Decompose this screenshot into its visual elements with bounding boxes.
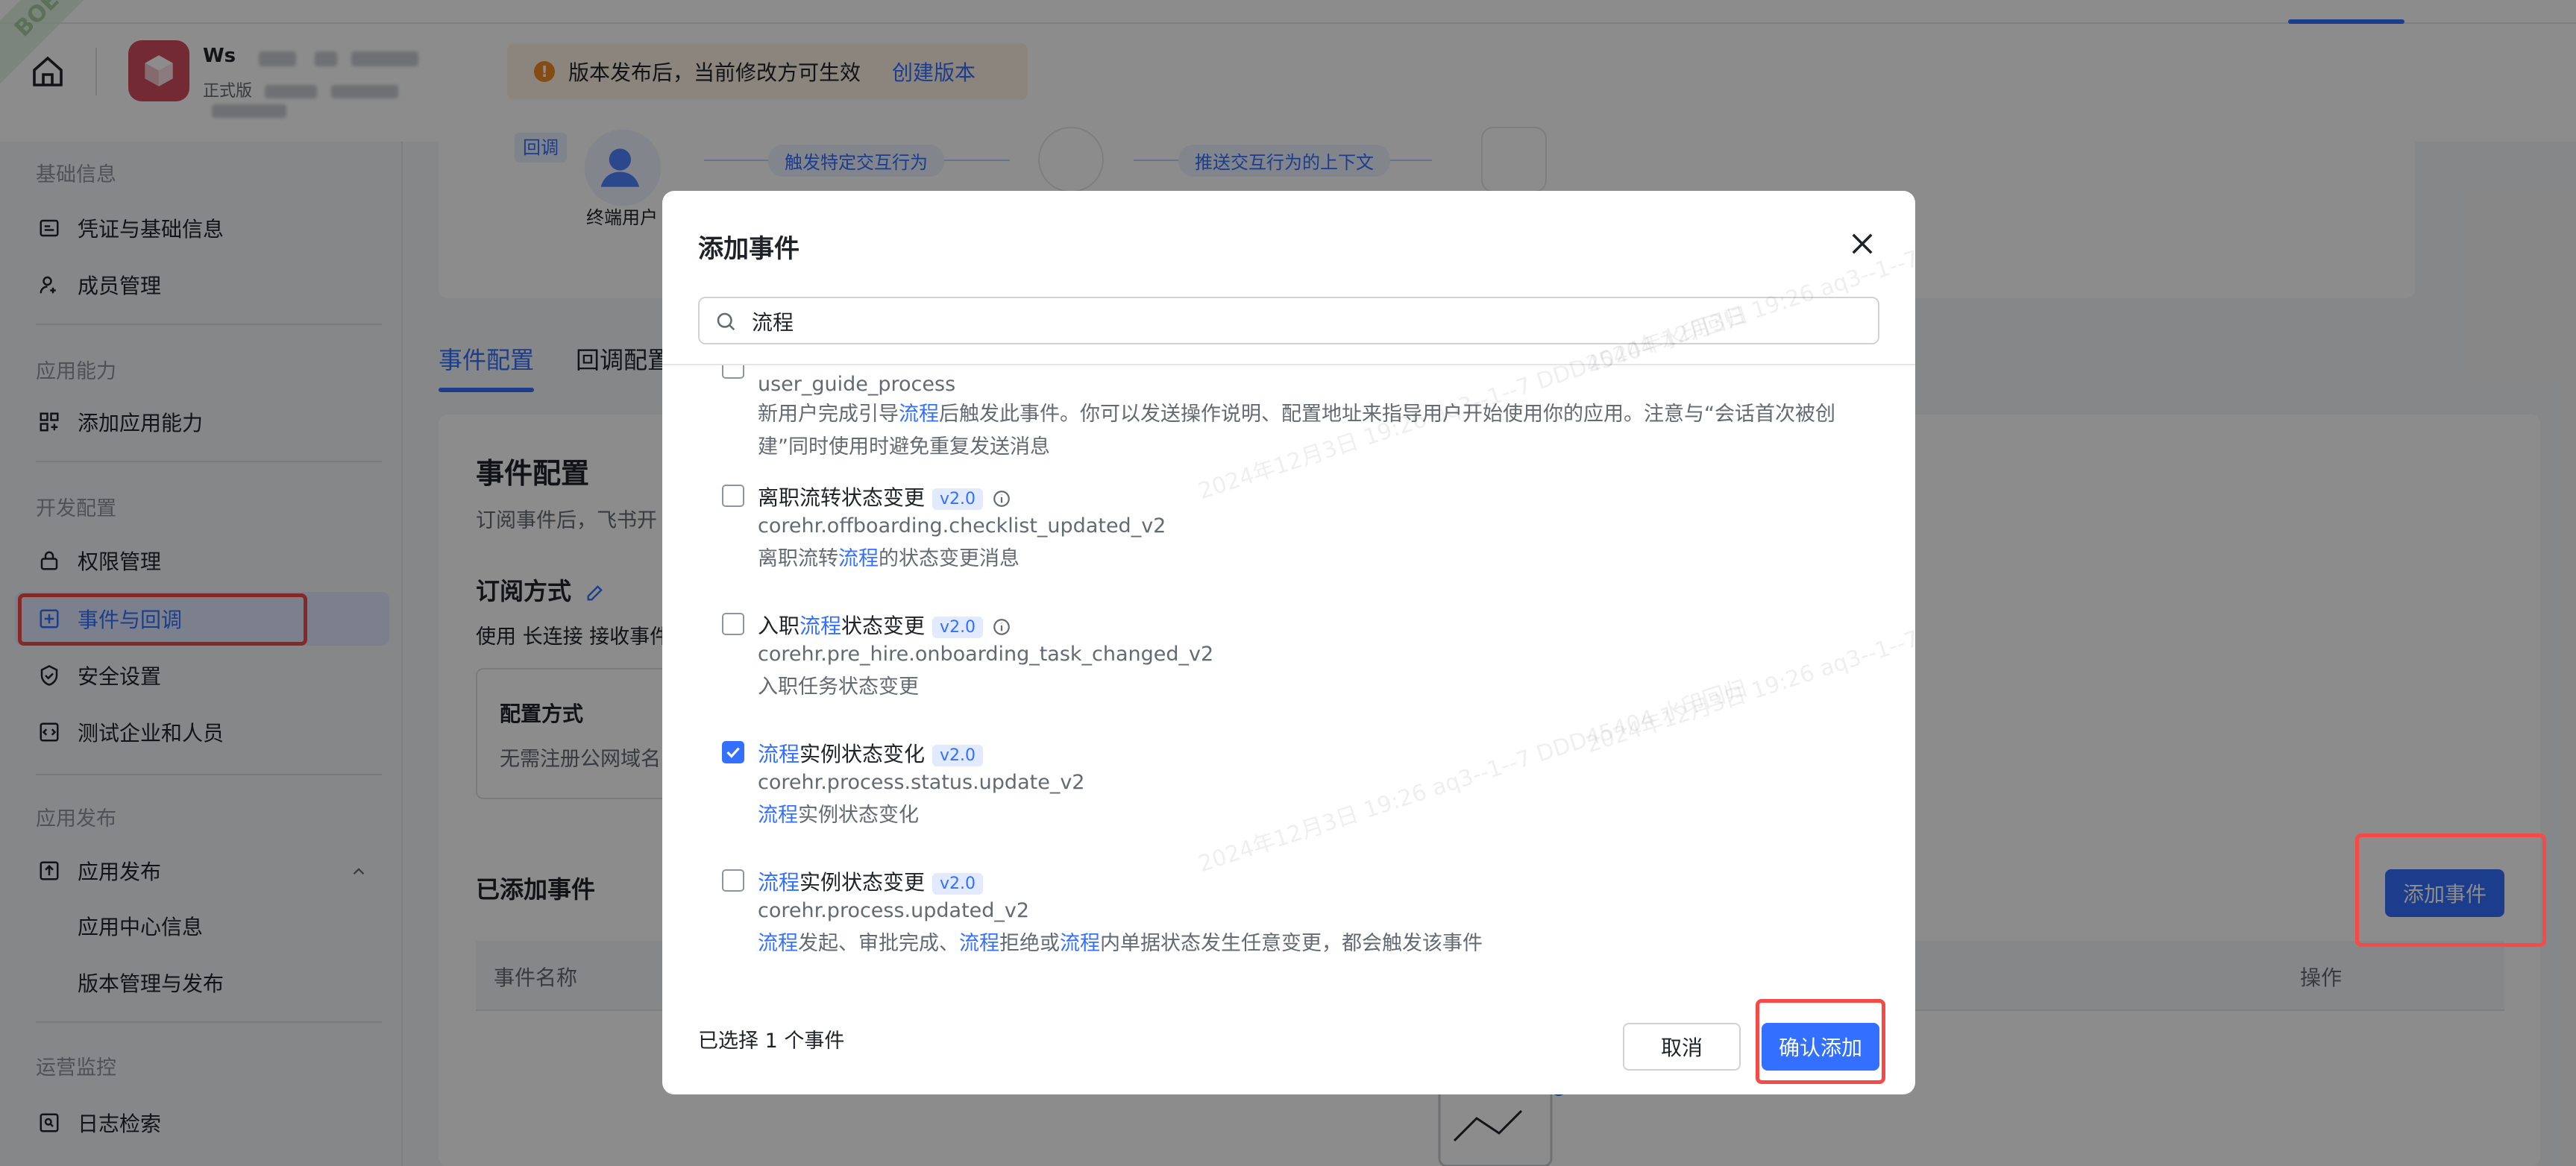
event-name: 入职流程状态变更 v2.0 <box>758 610 1011 640</box>
version-badge: v2.0 <box>932 488 984 510</box>
event-list[interactable]: user_guide_process 新用户完成引导流程后触发此事件。你可以发送… <box>662 365 1915 992</box>
event-desc: 离职流转流程的状态变更消息 <box>758 547 1020 570</box>
event-desc: 入职任务状态变更 <box>758 675 919 699</box>
watermark: 2024年12月3日 19:26 aq3--1--7 DDD45404 水印回归 <box>1583 191 1915 379</box>
event-name: 流程实例状态变化 v2.0 <box>758 738 984 768</box>
add-event-dialog: 添加事件 user_guide_process 新用户完成引导流程后触发此事件。… <box>662 191 1915 1094</box>
event-checkbox[interactable] <box>722 869 744 892</box>
check-icon <box>726 747 740 758</box>
event-name: 离职流转状态变更 v2.0 <box>758 482 1011 511</box>
event-key: corehr.offboarding.checklist_updated_v2 <box>758 514 1166 538</box>
search-field[interactable] <box>698 297 1879 344</box>
event-name: 流程实例状态变更 v2.0 <box>758 866 984 896</box>
cancel-button[interactable]: 取消 <box>1623 1023 1741 1071</box>
highlight-box-confirm <box>1756 999 1885 1084</box>
info-icon[interactable] <box>992 617 1011 637</box>
event-key: corehr.process.updated_v2 <box>758 899 1030 922</box>
event-checkbox[interactable] <box>722 613 744 635</box>
search-icon <box>717 312 735 331</box>
version-badge: v2.0 <box>932 872 984 895</box>
highlight-box-add-event <box>2355 833 2546 947</box>
event-key: corehr.pre_hire.onboarding_task_changed_… <box>758 643 1214 666</box>
dialog-title: 添加事件 <box>698 234 799 264</box>
event-key: corehr.process.status.update_v2 <box>758 771 1085 794</box>
event-checkbox[interactable] <box>722 365 744 379</box>
event-checkbox-checked[interactable] <box>722 741 744 763</box>
event-desc: 流程实例状态变化 <box>758 804 919 827</box>
event-key: user_guide_process <box>758 373 956 396</box>
event-desc: 流程发起、审批完成、流程拒绝或流程内单据状态发生任意变更，都会触发该事件 <box>758 932 1483 955</box>
selected-count: 已选择 1 个事件 <box>698 1030 845 1053</box>
version-badge: v2.0 <box>932 744 984 766</box>
close-icon[interactable] <box>1847 228 1878 259</box>
event-checkbox[interactable] <box>722 485 744 507</box>
info-icon[interactable] <box>992 489 1011 508</box>
search-input[interactable] <box>750 304 1857 338</box>
version-badge: v2.0 <box>932 616 984 638</box>
event-desc: 新用户完成引导流程后触发此事件。你可以发送操作说明、配置地址来指导用户开始使用你… <box>758 403 1835 458</box>
